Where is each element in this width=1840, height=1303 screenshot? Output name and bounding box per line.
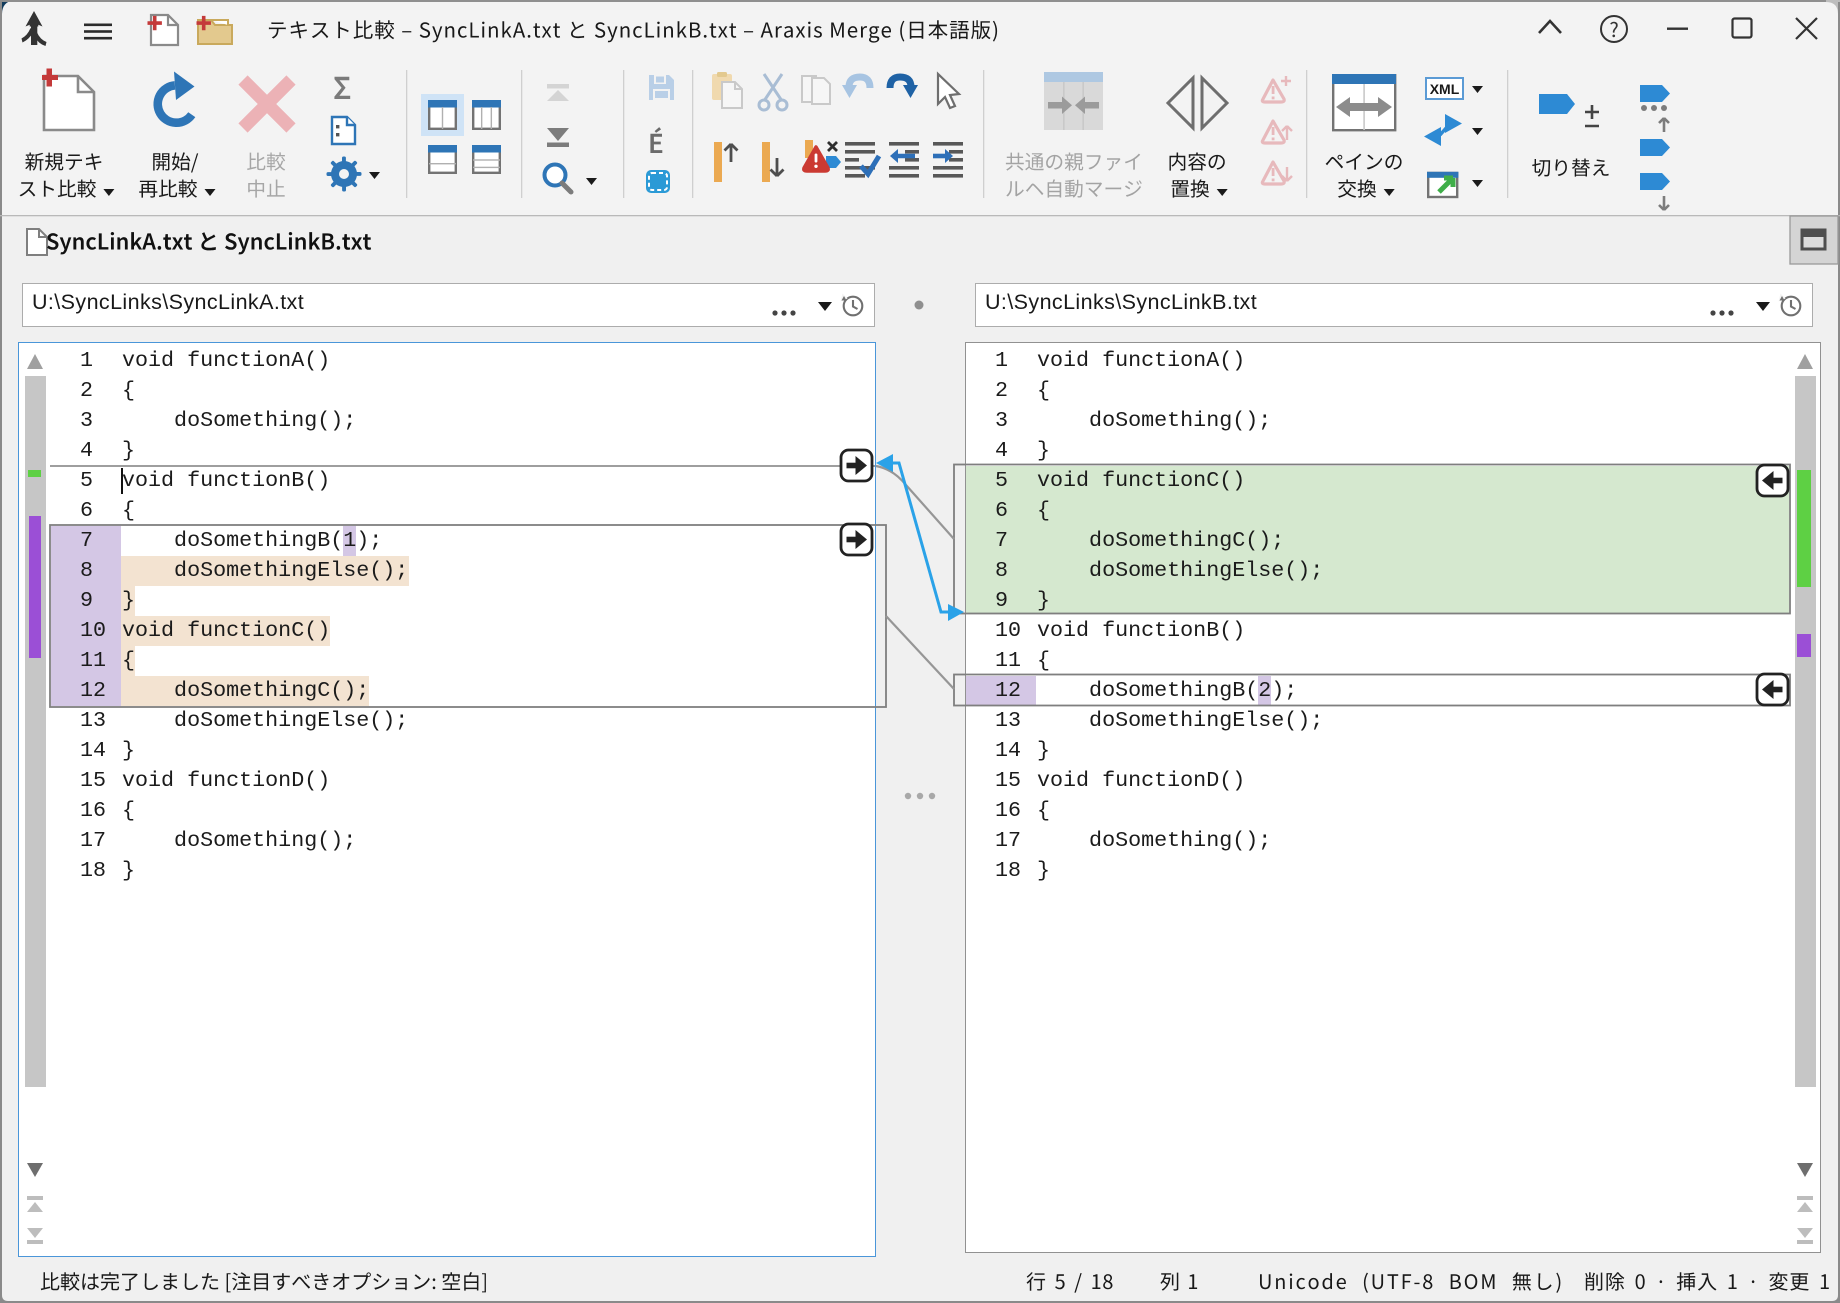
svg-text:XML: XML bbox=[1430, 81, 1460, 97]
